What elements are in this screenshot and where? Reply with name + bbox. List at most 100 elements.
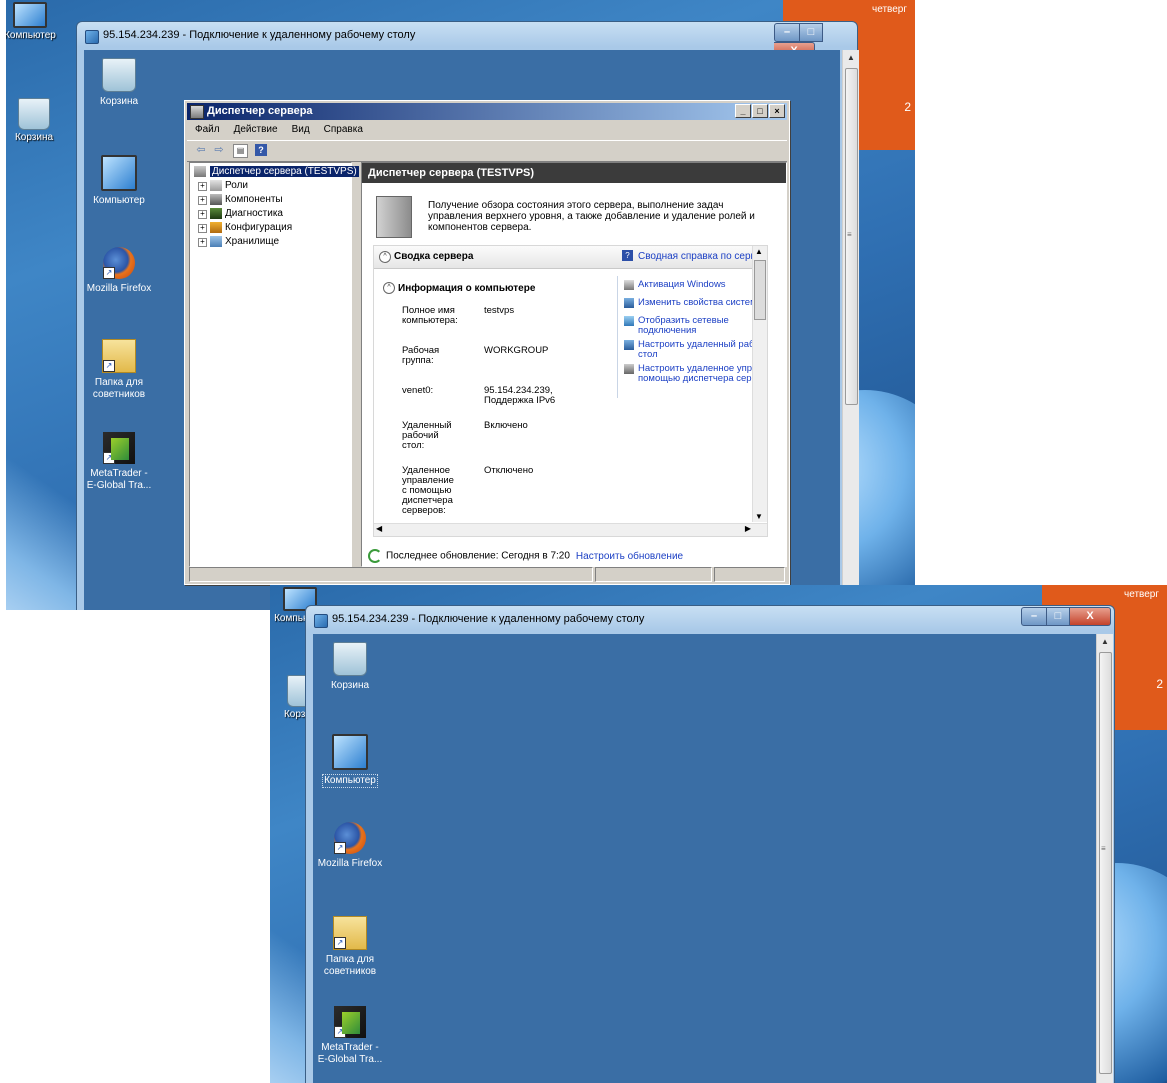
menu-bar: Файл Действие Вид Справка — [187, 121, 787, 139]
forward-arrow-icon[interactable]: ⇨ — [211, 143, 227, 158]
expand-icon[interactable]: + — [198, 210, 207, 219]
collapse-icon[interactable]: ^ — [379, 251, 391, 263]
key-icon — [624, 280, 634, 290]
details-pane: Диспетчер сервера (TESTVPS) Получение об… — [361, 162, 787, 567]
firefox-icon: ↗ — [334, 822, 366, 854]
server-manager-title-bar[interactable]: Диспетчер сервера _ □ × — [187, 103, 787, 120]
icon-label: Корзина — [99, 96, 139, 107]
expand-icon[interactable]: + — [198, 182, 207, 191]
computer-icon — [332, 734, 368, 770]
remote-desktop: Корзина Компьютер ↗ Mozilla Firefox ↗ Па… — [313, 634, 1096, 1083]
server-summary-panel: ^ Сводка сервера ? Сводная справка по се… — [373, 245, 768, 537]
icon-label: MetaTrader - E-Global Tra... — [86, 468, 152, 491]
expand-icon[interactable]: + — [198, 238, 207, 247]
maximize-button[interactable]: □ — [1047, 607, 1070, 626]
rdp-vertical-scrollbar[interactable]: ▲ ≡ — [842, 50, 859, 610]
menu-file[interactable]: Файл — [187, 121, 226, 135]
info-value: Отключено — [484, 465, 534, 476]
icon-label: Mozilla Firefox — [86, 283, 152, 294]
host-icon-label: Корзина — [14, 132, 54, 143]
summary-vertical-scrollbar[interactable]: ▲ ▼ — [752, 246, 767, 522]
rdp-title: 95.154.234.239 - Подключение к удаленном… — [103, 29, 416, 41]
host-desktop-icon-computer[interactable]: Компьютер — [6, 2, 62, 41]
remote-icon-folder[interactable]: ↗ Папка для советников — [84, 339, 154, 401]
action-label: Отобразить сетевые подключения — [638, 315, 729, 336]
last-update-text: Последнее обновление: Сегодня в 7:20 — [386, 550, 570, 562]
computer-icon — [13, 2, 47, 28]
recycle-bin-icon — [18, 98, 50, 130]
menu-action[interactable]: Действие — [226, 121, 284, 135]
rdp-title-bar[interactable]: 95.154.234.239 - Подключение к удаленном… — [306, 606, 1114, 634]
info-value: testvps — [484, 305, 515, 316]
rdp-window: 95.154.234.239 - Подключение к удаленном… — [76, 21, 859, 610]
screenshot-2: Компьютер Корзина четверг 2 95.154.234.2… — [270, 585, 1167, 1083]
server-manager-title: Диспетчер сервера — [207, 105, 313, 117]
server-summary-title: Сводка сервера — [394, 251, 474, 262]
host-desktop-icon-recycle-bin[interactable]: Корзина — [6, 98, 66, 143]
remote-icon-metatrader[interactable]: ↗ MetaTrader - E-Global Tra... — [315, 1006, 385, 1066]
intro-text: Получение обзора состояния этого сервера… — [428, 200, 755, 233]
rdp-title-bar[interactable]: 95.154.234.239 - Подключение к удаленном… — [77, 22, 857, 61]
menu-help[interactable]: Справка — [316, 121, 369, 135]
collapse-icon[interactable]: ^ — [383, 282, 395, 294]
day-number: 2 — [904, 100, 911, 114]
info-key: Полное имя компьютера: — [402, 305, 458, 326]
back-arrow-icon[interactable]: ⇦ — [193, 143, 209, 158]
rdp-app-icon — [314, 614, 328, 628]
metatrader-icon: ↗ — [103, 432, 135, 464]
show-hide-console-tree-icon[interactable]: ▤ — [233, 144, 248, 158]
server-manager-icon — [190, 105, 204, 119]
server-summary-header[interactable]: ^ Сводка сервера ? Сводная справка по се… — [374, 246, 767, 269]
minimize-button[interactable]: – — [774, 23, 800, 42]
remote-icon-computer[interactable]: Компьютер — [84, 155, 154, 207]
action-label: Активация Windows — [638, 279, 726, 290]
help-icon[interactable]: ? — [255, 144, 267, 156]
diagnostics-icon — [210, 208, 222, 219]
sm-minimize-button[interactable]: _ — [735, 104, 751, 118]
maximize-button[interactable]: □ — [800, 23, 823, 42]
info-value: Включено — [484, 420, 528, 431]
expand-icon[interactable]: + — [198, 196, 207, 205]
close-button[interactable]: X — [1070, 607, 1111, 626]
computer-info-title: Информация о компьютере — [398, 283, 536, 294]
remote-icon-recycle-bin[interactable]: Корзина — [315, 642, 385, 692]
sm-maximize-button[interactable]: □ — [752, 104, 768, 118]
host-icon-label: Компьютер — [6, 30, 56, 41]
icon-label: Компьютер — [322, 774, 378, 788]
info-key: venet0: — [402, 385, 434, 396]
firefox-icon: ↗ — [103, 247, 135, 279]
icon-label: Mozilla Firefox — [317, 858, 383, 869]
icon-label: MetaTrader - E-Global Tra... — [317, 1042, 383, 1065]
summary-help-link[interactable]: Сводная справка по сервер — [638, 251, 767, 262]
folder-icon: ↗ — [102, 339, 136, 373]
rdp-app-icon — [85, 30, 99, 44]
day-label: четверг — [872, 4, 907, 15]
server-actions: Активация Windows Изменить свойства сист… — [617, 276, 767, 398]
screenshot-1: Компьютер Корзина четверг 2 95.154.234.2… — [6, 0, 915, 610]
server-manager-caption-buttons: _ □ × — [734, 104, 785, 118]
remote-icon-firefox[interactable]: ↗ Mozilla Firefox — [84, 247, 154, 295]
rdp-caption-buttons: –□X — [774, 23, 857, 61]
sm-close-button[interactable]: × — [769, 104, 785, 118]
rdp-vertical-scrollbar[interactable]: ▲ ≡ — [1096, 634, 1113, 1083]
day-number: 2 — [1156, 677, 1163, 691]
minimize-button[interactable]: – — [1021, 607, 1047, 626]
recycle-bin-icon — [333, 642, 367, 676]
remote-icon-firefox[interactable]: ↗ Mozilla Firefox — [315, 822, 385, 870]
expand-icon[interactable]: + — [198, 224, 207, 233]
remote-icon-folder[interactable]: ↗ Папка для советников — [315, 916, 385, 978]
recycle-bin-icon — [102, 58, 136, 92]
menu-view[interactable]: Вид — [284, 121, 316, 135]
configure-update-link[interactable]: Настроить обновление — [576, 551, 683, 562]
pane-title: Диспетчер сервера (TESTVPS) — [368, 167, 535, 179]
refresh-icon[interactable] — [368, 549, 382, 563]
tree-label: Роли — [225, 180, 248, 191]
tree-label: Конфигурация — [225, 222, 293, 233]
remote-icon-recycle-bin[interactable]: Корзина — [84, 58, 154, 108]
icon-label: Папка для советников — [92, 377, 146, 400]
remote-icon-computer[interactable]: Компьютер — [315, 734, 385, 788]
icon-label: Папка для советников — [323, 954, 377, 977]
remote-icon-metatrader[interactable]: ↗ MetaTrader - E-Global Tra... — [84, 432, 154, 492]
info-key: Удаленное управление с помощью диспетчер… — [402, 465, 454, 516]
summary-horizontal-scrollbar[interactable]: ◀ ▶ — [374, 523, 767, 536]
